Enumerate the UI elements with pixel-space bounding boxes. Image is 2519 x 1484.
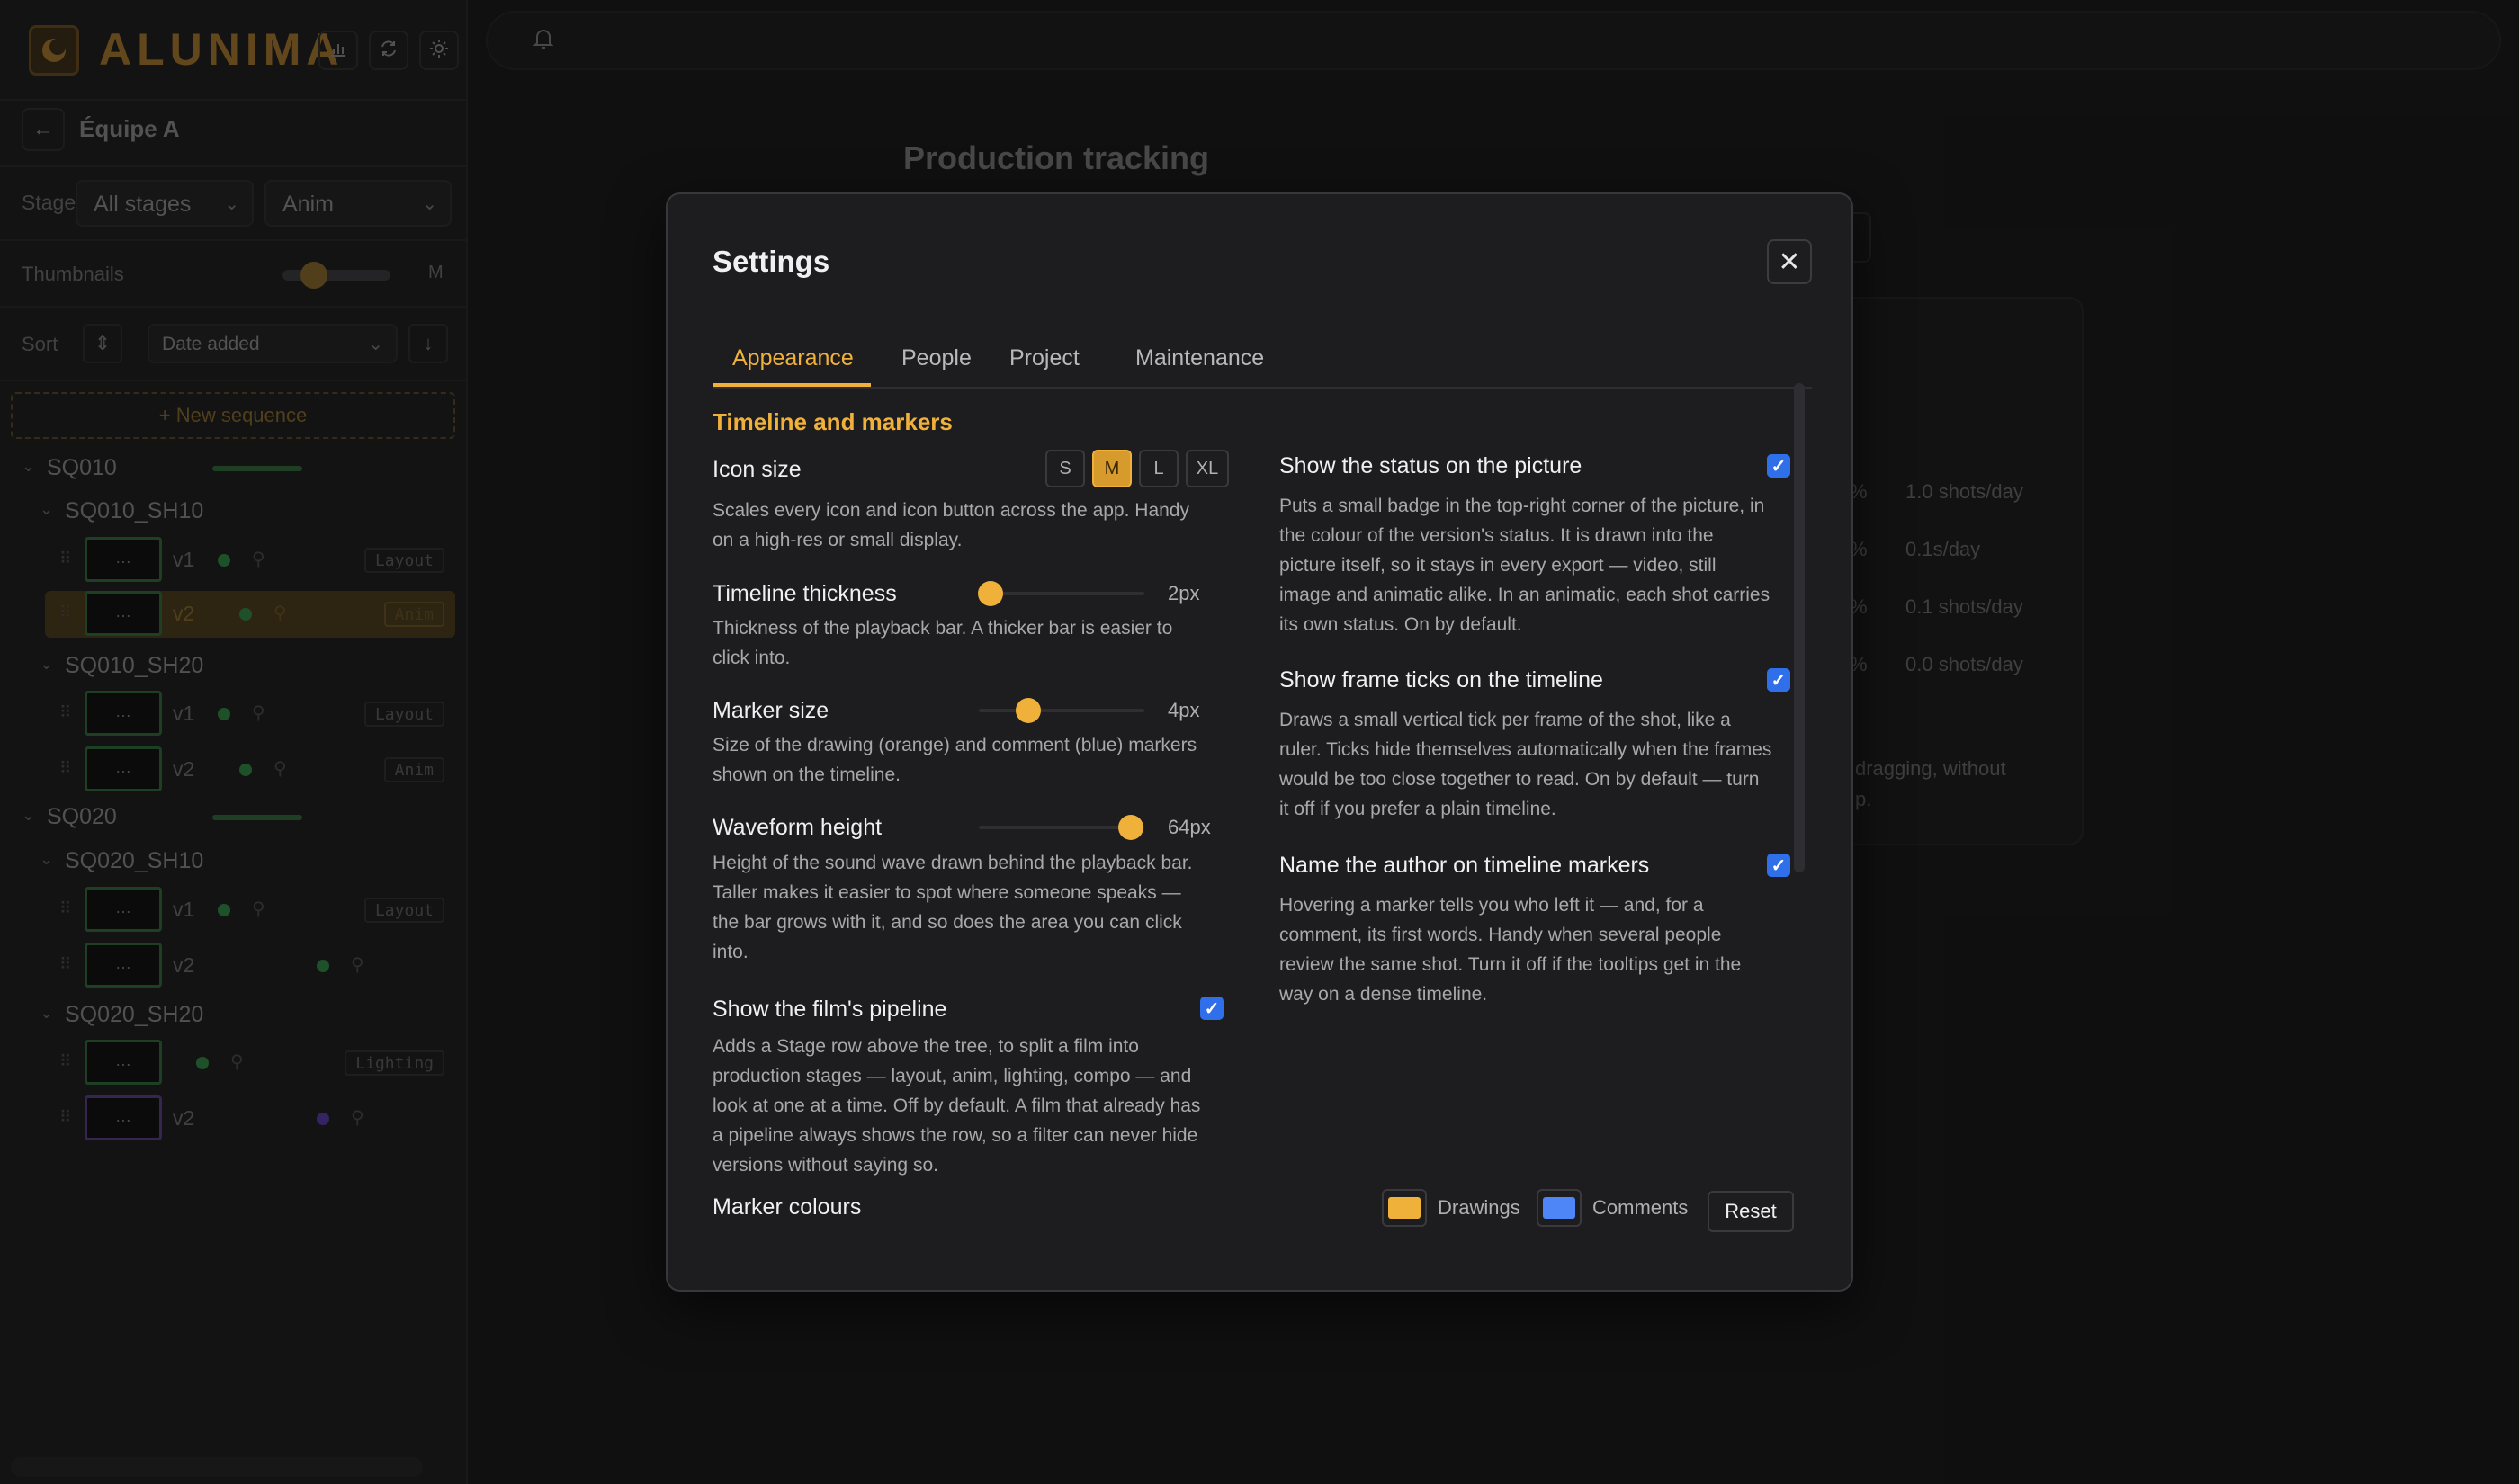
timeline-thickness-slider[interactable] xyxy=(979,592,1144,595)
active-tab-indicator xyxy=(713,383,871,387)
frame-ticks-checkbox[interactable]: ✓ xyxy=(1767,668,1790,692)
desc-line: ruler. Ticks hide themselves automatical… xyxy=(1279,739,1772,760)
status-on-picture-title: Show the status on the picture xyxy=(1279,453,1582,478)
pipeline-checkbox[interactable]: ✓ xyxy=(1200,997,1224,1020)
desc-line: would be too close together to read. On … xyxy=(1279,769,1760,790)
desc-line: shown on the timeline. xyxy=(713,764,901,785)
vertical-scrollbar[interactable] xyxy=(1794,383,1805,872)
waveform-height-title: Waveform height xyxy=(713,815,883,840)
desc-line: its own status. On by default. xyxy=(1279,614,1522,635)
author-markers-desc: Hovering a marker tells you who left it … xyxy=(1279,890,1741,1009)
marker-size-title: Marker size xyxy=(713,698,829,723)
pipeline-desc: Adds a Stage row above the tree, to spli… xyxy=(713,1032,1200,1180)
dialog-title: Settings xyxy=(713,245,830,278)
icon-size-segmented: S M L XL xyxy=(1045,450,1229,487)
desc-line: into. xyxy=(713,942,749,962)
settings-tabs: Appearance People Project Maintenance xyxy=(713,329,1812,389)
comments-colour-swatch xyxy=(1543,1197,1575,1219)
desc-line: Size of the drawing (orange) and comment… xyxy=(713,735,1197,755)
timeline-thickness-value: 2px xyxy=(1168,582,1200,604)
tab-project[interactable]: Project xyxy=(1009,345,1080,371)
desc-line: look at one at a time. Off by default. A… xyxy=(713,1095,1201,1116)
status-on-picture-checkbox[interactable]: ✓ xyxy=(1767,454,1790,478)
drawings-label: Drawings xyxy=(1438,1196,1520,1219)
checkmark-icon: ✓ xyxy=(1770,855,1787,876)
desc-line: Hovering a marker tells you who left it … xyxy=(1279,895,1704,916)
comments-label: Comments xyxy=(1592,1196,1689,1219)
waveform-height-desc: Height of the sound wave drawn behind th… xyxy=(713,848,1193,967)
desc-line: click into. xyxy=(713,648,791,668)
author-markers-title: Name the author on timeline markers xyxy=(1279,853,1650,878)
desc-line: comment, its first words. Handy when sev… xyxy=(1279,925,1722,945)
desc-line: Taller makes it easier to spot where som… xyxy=(713,882,1181,903)
comments-colour-picker[interactable] xyxy=(1537,1189,1582,1227)
desc-line: the bar grows with it, and so does the a… xyxy=(713,912,1182,933)
tab-maintenance[interactable]: Maintenance xyxy=(1135,345,1264,371)
timeline-thickness-desc: Thickness of the playback bar. A thicker… xyxy=(713,613,1172,673)
status-on-picture-desc: Puts a small badge in the top-right corn… xyxy=(1279,491,1770,639)
frame-ticks-desc: Draws a small vertical tick per frame of… xyxy=(1279,705,1771,824)
desc-line: the colour of the version's status. It i… xyxy=(1279,525,1714,546)
tab-appearance[interactable]: Appearance xyxy=(732,345,854,371)
checkmark-icon: ✓ xyxy=(1770,670,1787,691)
desc-line: Puts a small badge in the top-right corn… xyxy=(1279,496,1765,516)
settings-dialog: Settings ✕ Appearance People Project Mai… xyxy=(666,192,1853,1292)
desc-line: way on a dense timeline. xyxy=(1279,984,1488,1005)
desc-line: Height of the sound wave drawn behind th… xyxy=(713,853,1193,873)
marker-size-handle[interactable] xyxy=(1016,698,1042,723)
author-markers-checkbox[interactable]: ✓ xyxy=(1767,854,1790,877)
pipeline-title: Show the film's pipeline xyxy=(713,997,947,1022)
marker-size-slider[interactable] xyxy=(979,709,1144,712)
close-icon: ✕ xyxy=(1778,246,1801,277)
marker-colours-title: Marker colours xyxy=(713,1194,862,1220)
waveform-height-value: 64px xyxy=(1168,816,1211,838)
desc-line: Draws a small vertical tick per frame of… xyxy=(1279,710,1731,730)
desc-line: Scales every icon and icon button across… xyxy=(713,500,1189,521)
desc-line: Adds a Stage row above the tree, to spli… xyxy=(713,1036,1139,1057)
icon-size-l-button[interactable]: L xyxy=(1139,450,1179,487)
icon-size-s-button[interactable]: S xyxy=(1045,450,1085,487)
marker-size-desc: Size of the drawing (orange) and comment… xyxy=(713,730,1197,790)
icon-size-xl-button[interactable]: XL xyxy=(1186,450,1229,487)
drawings-colour-swatch xyxy=(1388,1197,1421,1219)
drawings-colour-picker[interactable] xyxy=(1382,1189,1427,1227)
icon-size-title: Icon size xyxy=(713,457,802,482)
section-title: Timeline and markers xyxy=(713,408,953,435)
desc-line: Thickness of the playback bar. A thicker… xyxy=(713,618,1173,639)
icon-size-m-button[interactable]: M xyxy=(1092,450,1132,487)
timeline-thickness-title: Timeline thickness xyxy=(713,581,897,606)
frame-ticks-title: Show frame ticks on the timeline xyxy=(1279,667,1603,693)
desc-line: review the same shot. Turn it off if the… xyxy=(1279,954,1742,975)
checkmark-icon: ✓ xyxy=(1770,456,1787,477)
checkmark-icon: ✓ xyxy=(1204,998,1220,1019)
desc-line: on a high-res or small display. xyxy=(713,530,963,550)
timeline-thickness-handle[interactable] xyxy=(977,581,1003,606)
close-button[interactable]: ✕ xyxy=(1767,239,1812,284)
desc-line: versions without saying so. xyxy=(713,1155,938,1176)
desc-line: production stages — layout, anim, lighti… xyxy=(713,1066,1192,1086)
desc-line: image and animatic alike. In an animatic… xyxy=(1279,585,1770,605)
icon-size-desc: Scales every icon and icon button across… xyxy=(713,496,1189,555)
waveform-height-handle[interactable] xyxy=(1118,815,1144,840)
desc-line: picture itself, so it stays in every exp… xyxy=(1279,555,1717,576)
desc-line: it off if you prefer a plain timeline. xyxy=(1279,799,1556,819)
desc-line: a pipeline always shows the row, so a fi… xyxy=(713,1125,1198,1146)
marker-size-value: 4px xyxy=(1168,699,1200,721)
tab-people[interactable]: People xyxy=(901,345,972,371)
reset-colours-button[interactable]: Reset xyxy=(1708,1191,1794,1232)
